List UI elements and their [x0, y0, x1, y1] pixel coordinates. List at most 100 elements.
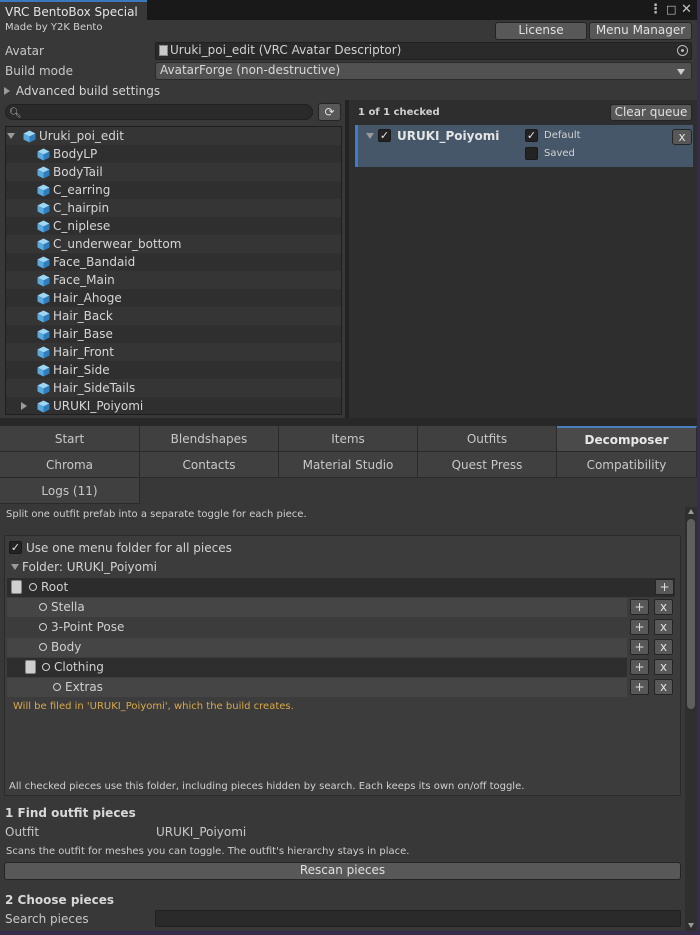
scrollbar-track[interactable] [685, 507, 697, 931]
tree-item-label: Hair_Back [53, 309, 113, 323]
scrollbar-thumb[interactable] [687, 519, 695, 709]
menu-manager-button[interactable]: Menu Manager [589, 22, 692, 40]
tree-item[interactable]: C_niplese [6, 217, 341, 235]
collapsed-arrow-icon[interactable] [21, 402, 27, 410]
search-pieces-input[interactable] [155, 910, 681, 927]
tree-item[interactable]: Hair_Base [6, 325, 341, 343]
add-piece-button[interactable]: + [630, 619, 649, 635]
tab-decomposer[interactable]: Decomposer [557, 426, 697, 452]
prefab-cube-icon [37, 202, 50, 215]
default-checkbox[interactable]: ✓ [525, 129, 538, 142]
use-one-folder-checkbox[interactable]: ✓ [9, 541, 22, 554]
hierarchy-search-input[interactable]: 🔍︎ [5, 104, 313, 120]
license-button[interactable]: License [495, 22, 587, 40]
radio-icon[interactable] [39, 602, 47, 611]
drag-handle-icon[interactable] [25, 660, 36, 674]
radio-icon[interactable] [53, 682, 61, 691]
tab-compatibility[interactable]: Compatibility [557, 452, 697, 478]
tree-item[interactable]: C_hairpin [6, 199, 341, 217]
kebab-menu-icon[interactable]: ⋮ [649, 2, 662, 17]
object-picker-icon[interactable] [677, 45, 688, 56]
tree-item[interactable]: C_earring [6, 181, 341, 199]
build-mode-dropdown[interactable]: AvatarForge (non-destructive) [155, 62, 692, 80]
tree-item[interactable]: Face_Main [6, 271, 341, 289]
remove-queue-item-button[interactable]: x [672, 129, 692, 145]
tree-item[interactable]: BodyTail [6, 163, 341, 181]
remove-piece-button[interactable]: x [654, 599, 673, 615]
prefab-cube-icon [37, 364, 50, 377]
tree-item-label: Hair_Side [53, 363, 110, 377]
piece-row-stella[interactable]: Stella [7, 598, 627, 617]
refresh-button[interactable]: ⟳ [318, 103, 341, 121]
piece-row-root[interactable]: Root + [7, 578, 675, 597]
radio-icon[interactable] [39, 642, 47, 651]
close-icon[interactable]: ✕ [681, 2, 692, 17]
tree-item-label: C_niplese [53, 219, 111, 233]
tab-contacts[interactable]: Contacts [140, 452, 279, 478]
tree-item[interactable]: Hair_Side [6, 361, 341, 379]
remove-piece-button[interactable]: x [654, 639, 673, 655]
saved-option-label: Saved [544, 148, 575, 159]
advanced-settings-foldout[interactable]: Advanced build settings [4, 84, 160, 98]
add-piece-button[interactable]: + [630, 599, 649, 615]
queue-item-checkbox[interactable]: ✓ [378, 129, 391, 142]
add-piece-button[interactable]: + [655, 579, 674, 595]
piece-row-clothing[interactable]: Clothing [7, 658, 627, 677]
piece-row-body[interactable]: Body [7, 638, 627, 657]
expand-arrow-icon[interactable] [7, 133, 15, 139]
folder-foldout-icon[interactable] [11, 564, 19, 570]
radio-icon[interactable] [39, 622, 47, 631]
tree-item[interactable]: Hair_Ahoge [6, 289, 341, 307]
piece-row-pose[interactable]: 3-Point Pose [7, 618, 627, 637]
prefab-cube-icon [23, 130, 36, 143]
remove-piece-button[interactable]: x [654, 659, 673, 675]
tab-material-studio[interactable]: Material Studio [279, 452, 418, 478]
window-tab[interactable]: VRC BentoBox Special [0, 0, 147, 20]
tree-item[interactable]: Hair_Back [6, 307, 341, 325]
prefab-cube-icon [37, 328, 50, 341]
remove-piece-button[interactable]: x [654, 619, 673, 635]
tab-start[interactable]: Start [0, 426, 140, 452]
drag-handle-icon[interactable] [11, 580, 22, 594]
prefab-cube-icon [37, 400, 50, 413]
step1-title: 1 Find outfit pieces [5, 806, 136, 820]
tab-divider [0, 418, 697, 426]
tree-item[interactable]: URUKI_Poiyomi [6, 397, 341, 414]
tree-item-root[interactable]: Uruki_poi_edit [6, 127, 341, 145]
tree-item[interactable]: Face_Bandaid [6, 253, 341, 271]
avatar-field[interactable]: Uruki_poi_edit (VRC Avatar Descriptor) [155, 42, 692, 60]
tab-logs-11[interactable]: Logs (11) [0, 478, 140, 504]
credit-text: Made by Y2K Bento [5, 22, 103, 33]
collapse-arrow-icon[interactable] [366, 133, 374, 139]
rescan-pieces-button[interactable]: Rescan pieces [4, 862, 681, 880]
add-piece-button[interactable]: + [630, 679, 649, 695]
tree-item-label: Hair_Base [53, 327, 113, 341]
tree-item-label: Face_Main [53, 273, 115, 287]
radio-icon[interactable] [29, 582, 37, 591]
folder-warning: Will be filed in 'URUKI_Poiyomi', which … [13, 701, 294, 712]
saved-checkbox[interactable] [525, 147, 538, 160]
tab-blendshapes[interactable]: Blendshapes [140, 426, 279, 452]
default-option-label: Default [544, 130, 581, 141]
add-piece-button[interactable]: + [630, 659, 649, 675]
prefab-cube-icon [37, 238, 50, 251]
tree-item[interactable]: C_underwear_bottom [6, 235, 341, 253]
foldout-arrow-icon [4, 87, 10, 95]
radio-icon[interactable] [42, 662, 50, 671]
build-mode-value: AvatarForge (non-destructive) [160, 63, 341, 77]
tab-items[interactable]: Items [279, 426, 418, 452]
maximize-icon[interactable]: □ [666, 3, 676, 16]
remove-piece-button[interactable]: x [654, 679, 673, 695]
add-piece-button[interactable]: + [630, 639, 649, 655]
scroll-down-icon[interactable] [688, 923, 694, 928]
queue-item[interactable]: ✓ URUKI_Poiyomi ✓ Default Saved x [355, 125, 693, 167]
scroll-up-icon[interactable] [688, 509, 694, 514]
tab-outfits[interactable]: Outfits [418, 426, 557, 452]
tab-chroma[interactable]: Chroma [0, 452, 140, 478]
clear-queue-button[interactable]: Clear queue [610, 104, 692, 121]
tree-item[interactable]: Hair_Front [6, 343, 341, 361]
tree-item[interactable]: Hair_SideTails [6, 379, 341, 397]
piece-row-extras[interactable]: Extras [7, 678, 627, 697]
tab-quest-press[interactable]: Quest Press [418, 452, 557, 478]
tree-item[interactable]: BodyLP [6, 145, 341, 163]
